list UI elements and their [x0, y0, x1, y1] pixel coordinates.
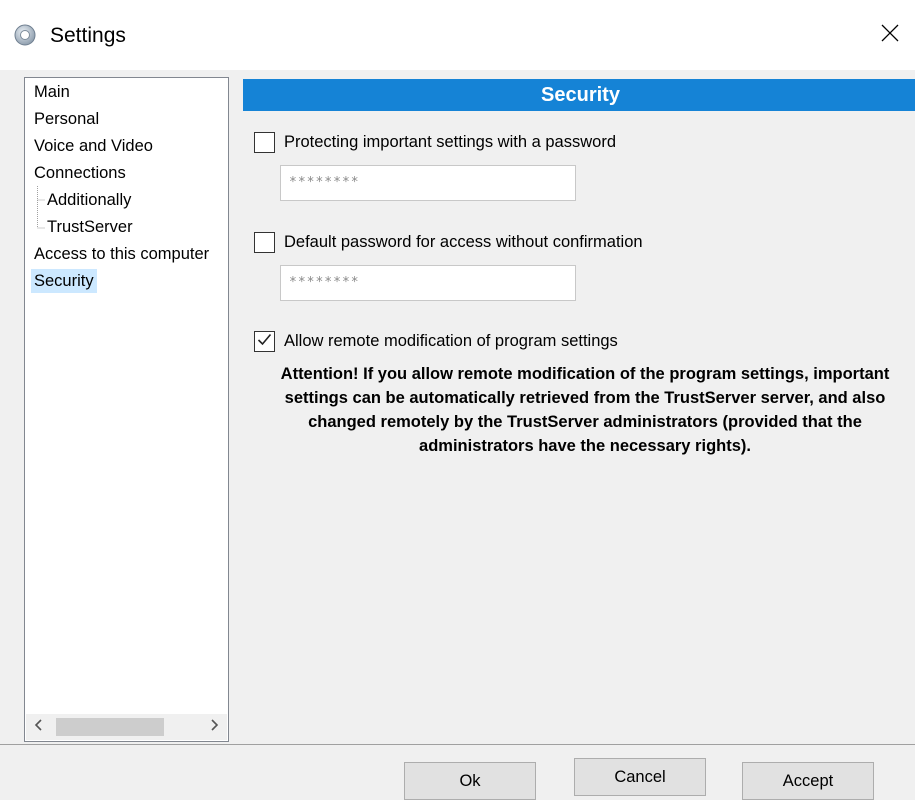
- close-icon: [880, 23, 900, 48]
- window-title: Settings: [50, 24, 126, 47]
- default-password-label: Default password for access without conf…: [284, 232, 643, 251]
- default-password-checkbox[interactable]: [254, 231, 275, 253]
- ok-button[interactable]: Ok: [404, 762, 536, 800]
- chevron-right-icon: [209, 718, 219, 736]
- title-bar: Settings: [0, 0, 915, 70]
- protect-settings-label: Protecting important settings with a pas…: [284, 132, 616, 151]
- protect-settings-password-input[interactable]: ********: [280, 165, 576, 201]
- accept-button[interactable]: Accept: [742, 762, 874, 800]
- nav-item-additionally[interactable]: Additionally: [47, 188, 131, 212]
- footer-divider: [0, 744, 915, 745]
- close-button[interactable]: [865, 10, 915, 60]
- protect-settings-option[interactable]: Protecting important settings with a pas…: [254, 131, 616, 153]
- allow-remote-option[interactable]: Allow remote modification of program set…: [254, 330, 618, 352]
- nav-item-access-to-this-computer[interactable]: Access to this computer: [34, 242, 209, 266]
- nav-item-main[interactable]: Main: [34, 80, 70, 104]
- cancel-button[interactable]: Cancel: [574, 758, 706, 796]
- nav-item-security[interactable]: Security: [31, 269, 97, 293]
- nav-item-voice-and-video[interactable]: Voice and Video: [34, 134, 153, 158]
- allow-remote-checkbox[interactable]: [254, 330, 275, 352]
- nav-item-trustserver[interactable]: TrustServer: [47, 215, 133, 239]
- chevron-left-icon: [34, 718, 44, 736]
- settings-nav-tree[interactable]: Main Personal Voice and Video Connection…: [24, 77, 229, 742]
- default-password-input[interactable]: ********: [280, 265, 576, 301]
- section-title: Security: [243, 79, 915, 111]
- allow-remote-label: Allow remote modification of program set…: [284, 331, 618, 350]
- scroll-thumb[interactable]: [56, 718, 164, 736]
- checkmark-icon: [257, 332, 272, 351]
- nav-item-personal[interactable]: Personal: [34, 107, 99, 131]
- protect-settings-checkbox[interactable]: [254, 131, 275, 153]
- settings-window: Settings Main Personal Voice and Video C…: [0, 0, 915, 800]
- default-password-option[interactable]: Default password for access without conf…: [254, 231, 643, 253]
- nav-item-connections[interactable]: Connections: [34, 161, 126, 185]
- gear-icon: [14, 24, 36, 46]
- scroll-right-button[interactable]: [201, 714, 227, 740]
- attention-message: Attention! If you allow remote modificat…: [280, 365, 890, 455]
- nav-horizontal-scrollbar[interactable]: [26, 714, 227, 740]
- scroll-left-button[interactable]: [26, 714, 52, 740]
